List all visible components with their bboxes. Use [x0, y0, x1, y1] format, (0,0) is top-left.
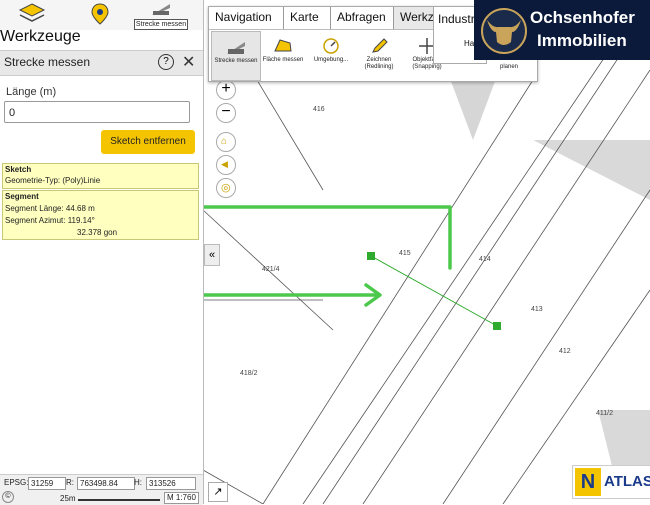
r-value: 763498.84 — [77, 477, 135, 490]
tools-panel: Strecke messen Werkzeuge Strecke messen … — [0, 0, 204, 505]
tab-strecke-messen[interactable]: Strecke messen — [134, 0, 188, 30]
scale-bar — [78, 499, 160, 501]
locate-icon: ◎ — [221, 182, 231, 194]
tool-flaeche-messen[interactable]: Fläche messen — [259, 31, 307, 79]
panel-title: Werkzeuge — [0, 28, 81, 45]
double-chevron-left-icon: « — [208, 249, 216, 261]
brand-logo: Ochsenhofer Immobilien — [474, 0, 650, 60]
tab-karte[interactable]: Karte — [284, 7, 331, 29]
segment-azimut: Segment Azimut: 119.14° — [5, 216, 95, 225]
r-label: R: — [66, 478, 74, 487]
atlas-logo: N ATLAS — [572, 465, 650, 499]
status-bar: EPSG: 31259 R: 763498.84 H: 313526 © 25m… — [0, 474, 203, 505]
tool-strecke-messen[interactable]: Strecke messen — [211, 31, 261, 81]
geometrie-text: Geometrie-Typ: (Poly)Linie — [5, 176, 101, 185]
h-value: 313526 — [146, 477, 196, 490]
collapse-panel-button[interactable]: « — [204, 244, 220, 266]
gon-value: 32.378 gon — [77, 228, 118, 237]
segment-heading: Segment — [5, 192, 39, 201]
logo-line2: Immobilien — [537, 31, 627, 50]
atlas-n-icon: N — [575, 468, 601, 496]
expand-button[interactable]: ↗ — [208, 482, 228, 502]
area-icon — [274, 39, 292, 52]
segment-box: Segment Segment Länge: 44.68 m Segment A… — [2, 190, 199, 240]
industry-label: Industr — [438, 12, 475, 26]
epsg-value: 31259 — [28, 477, 66, 490]
compass-icon — [323, 38, 339, 54]
arrow-left-icon: ◀ — [221, 159, 228, 169]
epsg-label: EPSG: — [4, 478, 29, 487]
planen-label: planen — [500, 64, 519, 70]
segment-laenge: Segment Länge: 44.68 m — [5, 204, 95, 213]
tool-header: Strecke messen ? ✕ — [0, 50, 203, 76]
back-button[interactable]: ◀ — [216, 155, 236, 175]
sketch-remove-button[interactable]: Sketch entfernen — [101, 130, 195, 154]
layers-icon[interactable] — [18, 2, 46, 26]
scale-bar-label: 25m — [60, 494, 76, 503]
plus-icon: + — [221, 80, 231, 97]
help-button[interactable]: ? — [158, 54, 174, 70]
laenge-input[interactable]: 0 — [4, 101, 190, 123]
ruler-icon — [227, 42, 245, 54]
zoom-in-button[interactable]: + — [216, 80, 236, 100]
close-icon: ✕ — [182, 54, 196, 71]
zoom-out-button[interactable]: − — [216, 103, 236, 123]
home-button[interactable]: ⌂ — [216, 132, 236, 152]
help-icon: ? — [163, 56, 169, 67]
panel-top-tabs: Strecke messen — [0, 0, 203, 30]
copyright-icon[interactable]: © — [2, 491, 14, 503]
h-label: H: — [134, 478, 142, 487]
home-icon: ⌂ — [221, 136, 228, 147]
arrow-expand-icon: ↗ — [213, 486, 223, 498]
tab-navigation[interactable]: Navigation — [209, 7, 284, 29]
logo-line1: Ochsenhofer — [530, 8, 635, 27]
laenge-label: Länge (m) — [6, 86, 57, 98]
industry-sub: Ha — [464, 39, 475, 48]
tool-title: Strecke messen — [4, 55, 91, 69]
atlas-label: ATLAS — [604, 473, 650, 490]
sketch-heading: Sketch — [5, 165, 32, 174]
pencil-icon — [372, 38, 388, 53]
tool-umgebung[interactable]: Umgebung... — [307, 31, 355, 79]
locate-button[interactable]: ◎ — [216, 178, 236, 198]
tab-abfragen[interactable]: Abfragen — [331, 7, 394, 29]
sketch-box: Sketch Geometrie-Typ: (Poly)Linie — [2, 163, 199, 189]
minus-icon: − — [221, 103, 231, 120]
ox-icon — [481, 8, 527, 54]
scale-value[interactable]: M 1:760 — [164, 492, 199, 504]
location-pin-icon[interactable] — [86, 2, 114, 26]
tool-zeichnen[interactable]: Zeichnen (Redlining) — [355, 31, 403, 79]
ruler-icon — [152, 4, 170, 15]
close-button[interactable]: ✕ — [182, 52, 195, 72]
